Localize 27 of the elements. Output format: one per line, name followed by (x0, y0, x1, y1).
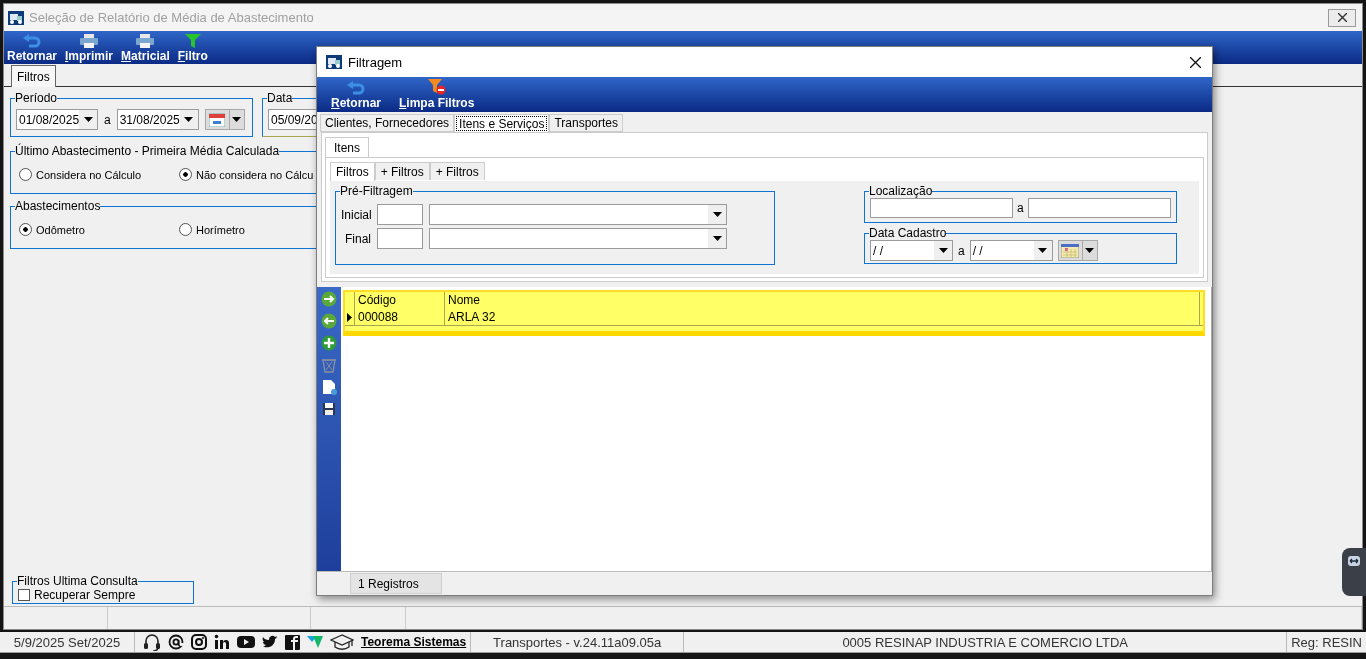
radio-label: Considera no Cálculo (36, 168, 142, 181)
field-label: Final (344, 231, 371, 246)
table-cell: ARLA 32 (445, 309, 1200, 325)
separator-label: a (1017, 201, 1024, 215)
separator-label: a (958, 243, 965, 258)
dialog-title: Filtragem (348, 54, 403, 70)
registration-label: Reg: RESIN (1290, 634, 1363, 650)
radio-label: Odômetro (36, 223, 85, 236)
status-date: 5/9/2025 Set/2025 (0, 632, 135, 652)
group-title: Data Cadastro (869, 227, 947, 240)
group-title: Abastecimentos (15, 200, 101, 213)
version-label: Transportes - v.24.11a09.05a (471, 632, 685, 652)
group-title: Período (15, 92, 58, 105)
field-label: Inicial (341, 207, 371, 222)
window-title: Seleção de Relatório de Média de Abastecimento (29, 10, 314, 25)
group-title: Último Abastecimento - Primeira Média Calculada (15, 145, 280, 158)
radio-label: Não considera no Cálcu (196, 168, 314, 181)
separator-label: a (104, 112, 111, 127)
radio-label: Horímetro (196, 223, 245, 236)
group-title: Data (267, 92, 293, 105)
record-count: 1 Registros (350, 573, 442, 594)
company-name: 0005 RESINAP INDUSTRIA E COMERCIO LTDA (684, 632, 1288, 652)
table-cell: 000088 (355, 309, 445, 325)
checkbox-label: Recuperar Sempre (34, 588, 136, 602)
group-title: Localização (869, 185, 933, 198)
group-title: Pré-Filtragem (340, 185, 413, 198)
group-title: Filtros Ultima Consulta (17, 575, 138, 588)
